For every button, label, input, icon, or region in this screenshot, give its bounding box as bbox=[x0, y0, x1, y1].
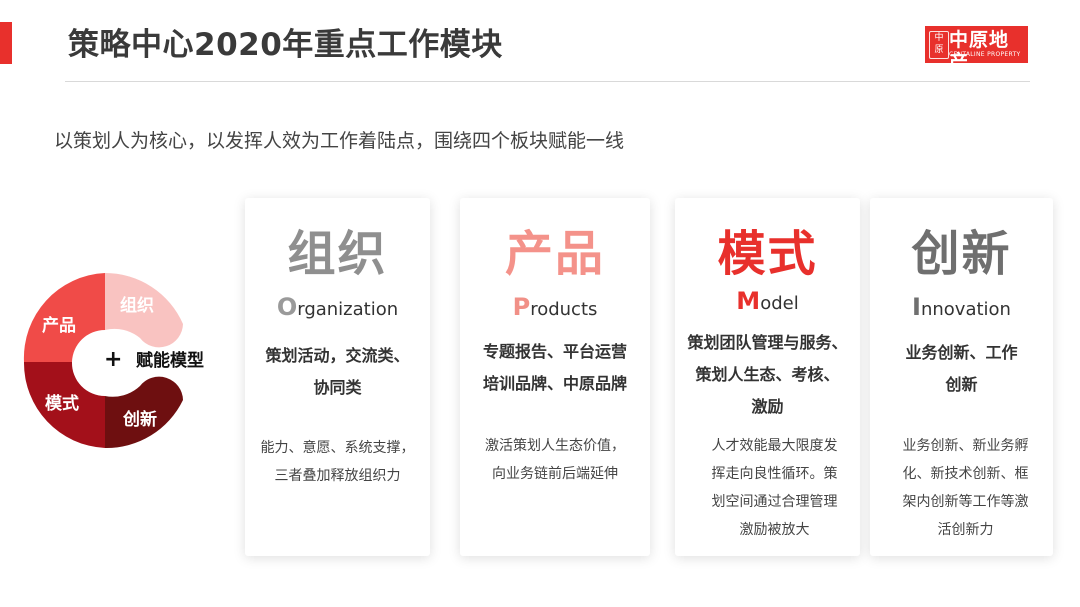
card-heading: 组织 bbox=[287, 226, 388, 282]
company-logo: 中原 中原地产 CENTALINE PROPERTY bbox=[925, 26, 1028, 73]
card-heading: 创新 bbox=[911, 226, 1012, 282]
card-detail-line: 人才效能最大限度发 bbox=[711, 438, 838, 454]
card-description: 专题报告、平台运营 培训品牌、中原品牌 bbox=[468, 336, 642, 400]
card-description-line: 策划活动，交流类、 bbox=[265, 346, 410, 365]
card-detail-line: 划空间通过合理管理 bbox=[711, 494, 838, 510]
card-english-rest: rganization bbox=[297, 299, 399, 320]
page-subtitle: 以策划人为核心，以发挥人效为工作着陆点，围绕四个板块赋能一线 bbox=[54, 130, 625, 152]
card-detail-line: 激活策划人生态价值， bbox=[485, 438, 625, 454]
card-english-title: Products bbox=[460, 294, 650, 323]
card-description: 策划活动，交流类、 协同类 bbox=[253, 340, 422, 404]
wheel-center-label: 赋能模型 bbox=[136, 351, 204, 371]
module-card-innovation: 创新 Innovation 业务创新、工作 创新 业务创新、新业务孵 化、新技术… bbox=[870, 198, 1053, 556]
plus-icon: + bbox=[104, 347, 123, 372]
card-english-rest: roducts bbox=[530, 299, 598, 320]
card-detail-line: 架内创新等工作等激 bbox=[902, 494, 1029, 510]
card-heading: 产品 bbox=[504, 226, 605, 282]
card-detail-line: 挥走向良性循环。策 bbox=[711, 466, 838, 482]
card-detail-line: 激励被放大 bbox=[739, 522, 810, 538]
card-detail-line: 活创新力 bbox=[937, 522, 994, 538]
card-english-rest: nnovation bbox=[920, 299, 1011, 320]
card-english-initial: M bbox=[736, 287, 761, 315]
module-card-organization: 组织 Organization 策划活动，交流类、 协同类 能力、意愿、系统支撑… bbox=[245, 198, 430, 556]
card-detail: 人才效能最大限度发 挥走向良性循环。策 划空间通过合理管理 激励被放大 bbox=[699, 432, 850, 544]
card-description-line: 培训品牌、中原品牌 bbox=[482, 374, 627, 393]
card-description-line: 策划人生态、考核、 bbox=[695, 365, 840, 384]
card-detail: 能力、意愿、系统支撑， 三者叠加释放组织力 bbox=[249, 434, 426, 490]
card-description-line: 协同类 bbox=[313, 378, 362, 397]
card-detail: 业务创新、新业务孵 化、新技术创新、框 架内创新等工作等激 活创新力 bbox=[890, 432, 1041, 544]
card-english-rest: odel bbox=[760, 293, 799, 314]
accent-bar bbox=[0, 22, 12, 64]
card-english-title: Innovation bbox=[870, 294, 1053, 323]
card-description-line: 业务创新、工作 bbox=[905, 343, 1018, 362]
card-description: 策划团队管理与服务、 策划人生态、考核、 激励 bbox=[683, 327, 852, 423]
card-detail-line: 三者叠加释放组织力 bbox=[274, 468, 401, 484]
card-description-line: 专题报告、平台运营 bbox=[482, 342, 627, 361]
wheel-label-chanpin: 产品 bbox=[42, 316, 76, 336]
logo-en-text: CENTALINE PROPERTY bbox=[949, 51, 1021, 58]
card-detail: 激活策划人生态价值， 向业务链前后端延伸 bbox=[470, 432, 640, 488]
card-english-initial: P bbox=[512, 293, 531, 321]
card-english-title: Model bbox=[675, 288, 860, 317]
card-heading: 模式 bbox=[717, 226, 818, 282]
card-description: 业务创新、工作 创新 bbox=[878, 337, 1045, 401]
card-english-title: Organization bbox=[245, 294, 430, 323]
wheel-label-chuangxin: 创新 bbox=[123, 410, 157, 430]
module-card-products: 产品 Products 专题报告、平台运营 培训品牌、中原品牌 激活策划人生态价… bbox=[460, 198, 650, 556]
module-card-model: 模式 Model 策划团队管理与服务、 策划人生态、考核、 激励 人才效能最大限… bbox=[675, 198, 860, 556]
logo-seal-icon: 中原 bbox=[929, 31, 949, 59]
wheel-label-zuzhi: 组织 bbox=[120, 296, 154, 316]
header-divider bbox=[65, 81, 1030, 82]
card-description-line: 策划团队管理与服务、 bbox=[687, 333, 848, 352]
card-detail-line: 化、新技术创新、框 bbox=[902, 466, 1029, 482]
card-detail-line: 能力、意愿、系统支撑， bbox=[260, 440, 415, 456]
page-title: 策略中心2020年重点工作模块 bbox=[68, 27, 503, 63]
card-detail-line: 向业务链前后端延伸 bbox=[492, 466, 618, 482]
card-description-line: 创新 bbox=[945, 375, 978, 394]
card-detail-line: 业务创新、新业务孵 bbox=[902, 438, 1029, 454]
card-english-initial: I bbox=[912, 293, 921, 321]
wheel-label-moshi: 模式 bbox=[45, 394, 79, 414]
card-description-line: 激励 bbox=[751, 397, 784, 416]
card-english-initial: O bbox=[276, 293, 298, 321]
